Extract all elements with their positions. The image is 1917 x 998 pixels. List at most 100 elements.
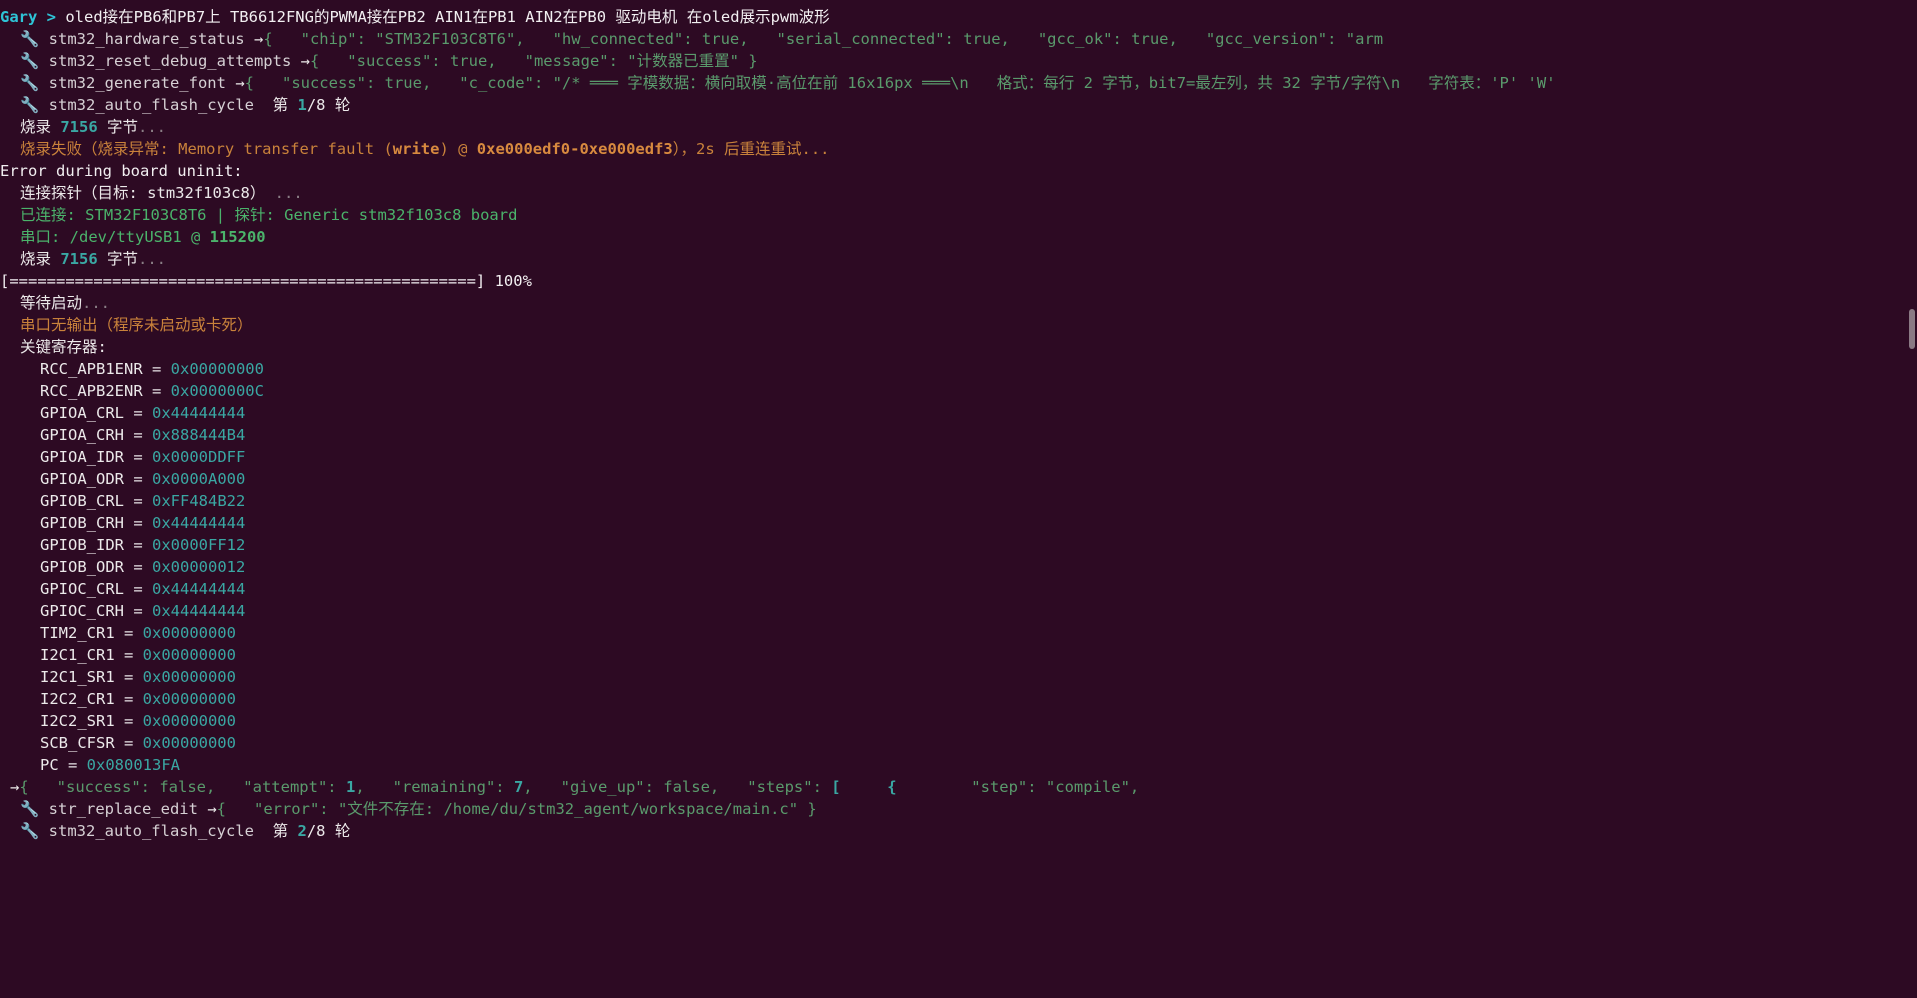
register-line: GPIOB_CRH = 0x44444444 <box>40 514 246 532</box>
key-registers-heading: 关键寄存器: <box>20 338 107 356</box>
register-name: GPIOC_CRL <box>40 580 124 598</box>
board-error-line: Error during board uninit: <box>0 160 243 182</box>
key-registers-line: 关键寄存器: <box>0 336 107 358</box>
register-line: I2C2_CR1 = 0x00000000 <box>40 690 236 708</box>
register-name: GPIOB_ODR <box>40 558 124 576</box>
register-name: I2C1_CR1 <box>40 646 115 664</box>
ellipsis: ... <box>82 294 111 312</box>
register-value: 0x00000000 <box>170 360 264 378</box>
fail-address: 0xe000edf0-0xe000edf3 <box>476 140 673 158</box>
progress-line: [=======================================… <box>0 270 532 292</box>
progress-bar: [=======================================… <box>0 272 532 290</box>
wrench-icon: 🔧 <box>20 74 40 92</box>
result-mid: , "remaining": <box>355 778 514 796</box>
register-line: GPIOB_IDR = 0x0000FF12 <box>40 536 246 554</box>
register-name: GPIOA_CRL <box>40 404 124 422</box>
connected-status: 已连接: STM32F103C8T6 | 探针: Generic stm32f1… <box>20 206 518 224</box>
burn-bytes: 7156 <box>60 250 98 268</box>
serial-baud: 115200 <box>209 228 266 246</box>
register-line: RCC_APB2ENR = 0x0000000C <box>40 382 264 400</box>
register-name: GPIOA_CRH <box>40 426 124 444</box>
wrench-icon: 🔧 <box>20 96 40 114</box>
round-suffix: 轮 <box>325 96 351 114</box>
burn-label: 烧录 <box>20 118 61 136</box>
register-value: 0x00000000 <box>142 734 236 752</box>
register-name: TIM2_CR1 <box>40 624 115 642</box>
register-name: GPIOA_ODR <box>40 470 124 488</box>
prompt-command: oled接在PB6和PB7上 TB6612FNG的PWMA接在PB2 AIN1在… <box>65 8 830 26</box>
tool-result-json: { "chip": "STM32F103C8T6", "hw_connected… <box>263 30 1384 48</box>
wrench-icon: 🔧 <box>20 52 40 70</box>
no-output: 串口无输出（程序未启动或卡死） <box>20 316 253 334</box>
register-value: 0x0000000C <box>170 382 264 400</box>
connected-line: 已连接: STM32F103C8T6 | 探针: Generic stm32f1… <box>0 204 517 226</box>
register-value: 0x0000FF12 <box>152 536 246 554</box>
register-name: RCC_APB2ENR <box>40 382 143 400</box>
register-line: GPIOB_CRL = 0xFF484B22 <box>40 492 246 510</box>
burn-suffix: 字节 <box>97 118 139 136</box>
fail-tail: ），2s 后重连重试... <box>672 140 830 158</box>
round-current: 2 <box>297 822 307 840</box>
register-name: GPIOB_CRH <box>40 514 124 532</box>
register-name: GPIOB_IDR <box>40 536 124 554</box>
register-line: GPIOA_CRH = 0x888444B4 <box>40 426 246 444</box>
tool-name: stm32_generate_font <box>48 74 226 92</box>
result-gap <box>841 778 888 796</box>
tool-call-hw-status: 🔧 stm32_hardware_status →{ "chip": "STM3… <box>0 28 1383 50</box>
burn-label: 烧录 <box>20 250 61 268</box>
connect-probe: 连接探针（目标: stm32f103c8） <box>20 184 266 202</box>
arrow-icon: → <box>300 52 310 70</box>
wrench-icon: 🔧 <box>20 800 40 818</box>
register-line: PC = 0x080013FA <box>40 756 180 774</box>
result-remaining: 7 <box>513 778 524 796</box>
register-value: 0x080013FA <box>86 756 180 774</box>
prompt-user: Gary <box>0 8 38 26</box>
register-value: 0x44444444 <box>152 602 246 620</box>
arrow-icon: → <box>253 30 264 48</box>
register-value: 0x44444444 <box>152 404 246 422</box>
scrollbar-thumb[interactable] <box>1909 309 1915 349</box>
register-line: GPIOA_CRL = 0x44444444 <box>40 404 246 422</box>
burn-fail-line: 烧录失败（烧录异常: Memory transfer fault (write)… <box>0 138 830 160</box>
register-value: 0x44444444 <box>152 514 246 532</box>
register-value: 0x00000000 <box>142 690 236 708</box>
serial-label: 串口: /dev/ttyUSB1 @ <box>20 228 210 246</box>
register-line: RCC_APB1ENR = 0x00000000 <box>40 360 264 378</box>
tool-name: stm32_auto_flash_cycle <box>48 96 254 114</box>
wait-boot-line: 等待启动... <box>0 292 110 314</box>
register-value: 0x00000000 <box>142 712 236 730</box>
register-line: GPIOB_ODR = 0x00000012 <box>40 558 246 576</box>
register-name: GPIOB_CRL <box>40 492 124 510</box>
round-current: 1 <box>297 96 307 114</box>
register-name: GPIOA_IDR <box>40 448 124 466</box>
wait-boot: 等待启动 <box>20 294 83 312</box>
burn-bytes: 7156 <box>60 118 98 136</box>
prompt-line: Gary > oled接在PB6和PB7上 TB6612FNG的PWMA接在PB… <box>0 6 830 28</box>
round-total: /8 <box>306 822 326 840</box>
round-prefix: 第 <box>272 96 298 114</box>
result-bracket: [ <box>831 778 841 796</box>
register-line: I2C1_CR1 = 0x00000000 <box>40 646 236 664</box>
register-line: TIM2_CR1 = 0x00000000 <box>40 624 236 642</box>
round-prefix: 第 <box>272 822 298 840</box>
no-output-line: 串口无输出（程序未启动或卡死） <box>0 314 253 336</box>
tool-result-json: { "error": "文件不存在: /home/du/stm32_agent/… <box>216 800 817 818</box>
result-pre: { "success": false, "attempt": <box>19 778 346 796</box>
tool-call-gen-font: 🔧 stm32_generate_font →{ "success": true… <box>0 72 1556 94</box>
register-line: GPIOC_CRL = 0x44444444 <box>40 580 246 598</box>
register-value: 0x888444B4 <box>152 426 246 444</box>
register-name: RCC_APB1ENR <box>40 360 143 378</box>
tool-result-json: { "success": true, "message": "计数器已重置" } <box>309 52 758 70</box>
tool-name: stm32_hardware_status <box>48 30 245 48</box>
register-line: I2C2_SR1 = 0x00000000 <box>40 712 236 730</box>
register-line: GPIOC_CRH = 0x44444444 <box>40 602 246 620</box>
terminal-window[interactable]: Gary > oled接在PB6和PB7上 TB6612FNG的PWMA接在PB… <box>0 0 1917 998</box>
result-brace: { <box>887 778 897 796</box>
tool-call-reset-debug: 🔧 stm32_reset_debug_attempts →{ "success… <box>0 50 758 72</box>
arrow-icon: → <box>207 800 217 818</box>
register-name: GPIOC_CRH <box>40 602 124 620</box>
tool-call-flash-2: 🔧 stm32_auto_flash_cycle 第 2/8 轮 <box>0 820 350 842</box>
register-name: PC <box>40 756 59 774</box>
tool-call-str-replace: 🔧 str_replace_edit →{ "error": "文件不存在: /… <box>0 798 817 820</box>
wrench-icon: 🔧 <box>20 30 40 48</box>
